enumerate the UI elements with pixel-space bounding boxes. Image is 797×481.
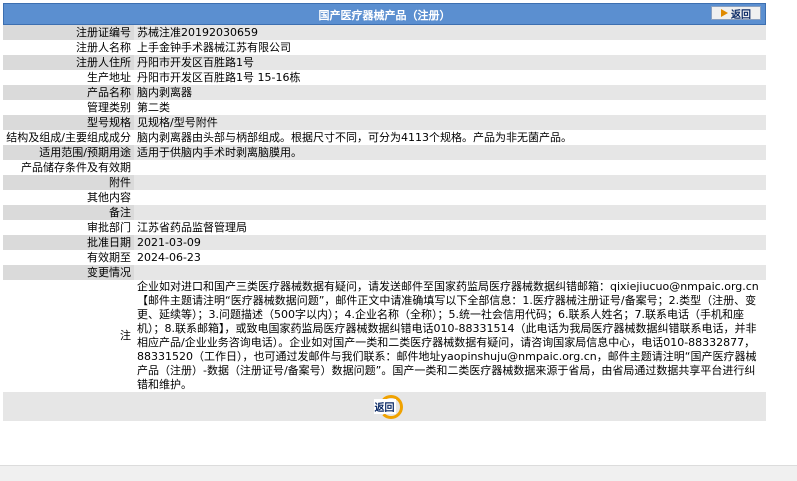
table-row: 审批部门 江苏省药品监督管理局: [3, 220, 766, 235]
field-label: 产品名称: [3, 85, 134, 100]
page-title: 国产医疗器械产品（注册）: [318, 9, 451, 22]
field-label: 有效期至: [3, 250, 134, 265]
field-label: 型号规格: [3, 115, 134, 130]
field-value: [134, 265, 766, 280]
field-value: 上手金钟手术器械江苏有限公司: [134, 40, 766, 55]
field-value: 见规格/型号附件: [134, 115, 766, 130]
table-row: 产品储存条件及有效期: [3, 160, 766, 175]
table-row: 其他内容: [3, 190, 766, 205]
table-row: 有效期至 2024-06-23: [3, 250, 766, 265]
field-label: 结构及组成/主要组成成分: [3, 130, 134, 145]
field-value: 脑内剥离器: [134, 85, 766, 100]
field-label: 其他内容: [3, 190, 134, 205]
field-label: 生产地址: [3, 70, 134, 85]
field-label: 适用范围/预期用途: [3, 145, 134, 160]
field-label: 批准日期: [3, 235, 134, 250]
table-row: 注册证编号 苏械注准20192030659: [3, 25, 766, 40]
field-label: 附件: [3, 175, 134, 190]
field-label: 注册人名称: [3, 40, 134, 55]
title-bar: 国产医疗器械产品（注册） 返回: [3, 3, 766, 25]
window-bottom-strip: [0, 465, 797, 481]
field-value: 苏械注准20192030659: [134, 25, 766, 40]
table-row: 备注: [3, 205, 766, 220]
note-label: 注: [3, 280, 134, 392]
field-label: 变更情况: [3, 265, 134, 280]
back-button-bottom[interactable]: 返回: [365, 395, 405, 419]
field-value: 适用于供脑内手术时剥离脑膜用。: [134, 145, 766, 160]
field-value: 2024-06-23: [134, 250, 766, 265]
field-value: 丹阳市开发区百胜路1号 15-16栋: [134, 70, 766, 85]
table-row: 注册人住所 丹阳市开发区百胜路1号: [3, 55, 766, 70]
field-label: 备注: [3, 205, 134, 220]
table-row: 适用范围/预期用途 适用于供脑内手术时剥离脑膜用。: [3, 145, 766, 160]
table-row: 注册人名称 上手金钟手术器械江苏有限公司: [3, 40, 766, 55]
field-value: 江苏省药品监督管理局: [134, 220, 766, 235]
field-value: 2021-03-09: [134, 235, 766, 250]
right-blank-area: [766, 3, 797, 465]
field-value: 丹阳市开发区百胜路1号: [134, 55, 766, 70]
bottom-bar: 返回: [3, 392, 766, 421]
field-value: [134, 160, 766, 175]
field-value: [134, 175, 766, 190]
table-row: 批准日期 2021-03-09: [3, 235, 766, 250]
field-label: 注册证编号: [3, 25, 134, 40]
field-value: [134, 190, 766, 205]
field-label: 注册人住所: [3, 55, 134, 70]
table-row: 生产地址 丹阳市开发区百胜路1号 15-16栋: [3, 70, 766, 85]
info-table: 注册证编号 苏械注准20192030659 注册人名称 上手金钟手术器械江苏有限公司注…: [3, 25, 766, 392]
table-row: 管理类别 第二类: [3, 100, 766, 115]
field-value: [134, 205, 766, 220]
table-row: 产品名称 脑内剥离器: [3, 85, 766, 100]
arrow-right-icon: [721, 9, 728, 17]
note-row: 注企业如对进口和国产三类医疗器械数据有疑问，请发送邮件至国家药监局医疗器械数据纠…: [3, 280, 766, 392]
back-button-label: 返回: [731, 9, 751, 21]
field-label: 管理类别: [3, 100, 134, 115]
field-label: 产品储存条件及有效期: [3, 160, 134, 175]
back-button-bottom-label: 返回: [373, 398, 396, 414]
table-row: 变更情况: [3, 265, 766, 280]
field-value: 脑内剥离器由头部与柄部组成。根据尺寸不同，可分为4113个规格。产品为非无菌产品…: [134, 130, 766, 145]
back-button-top[interactable]: 返回: [711, 6, 761, 21]
table-row: 型号规格 见规格/型号附件: [3, 115, 766, 130]
field-label: 审批部门: [3, 220, 134, 235]
table-row: 结构及组成/主要组成成分 脑内剥离器由头部与柄部组成。根据尺寸不同，可分为4113…: [3, 130, 766, 145]
detail-panel: 国产医疗器械产品（注册） 返回 注册证编号 苏械注准20192030659 注册人名…: [3, 3, 766, 421]
table-row: 附件: [3, 175, 766, 190]
note-text: 企业如对进口和国产三类医疗器械数据有疑问，请发送邮件至国家药监局医疗器械数据纠错…: [134, 280, 766, 392]
field-value: 第二类: [134, 100, 766, 115]
